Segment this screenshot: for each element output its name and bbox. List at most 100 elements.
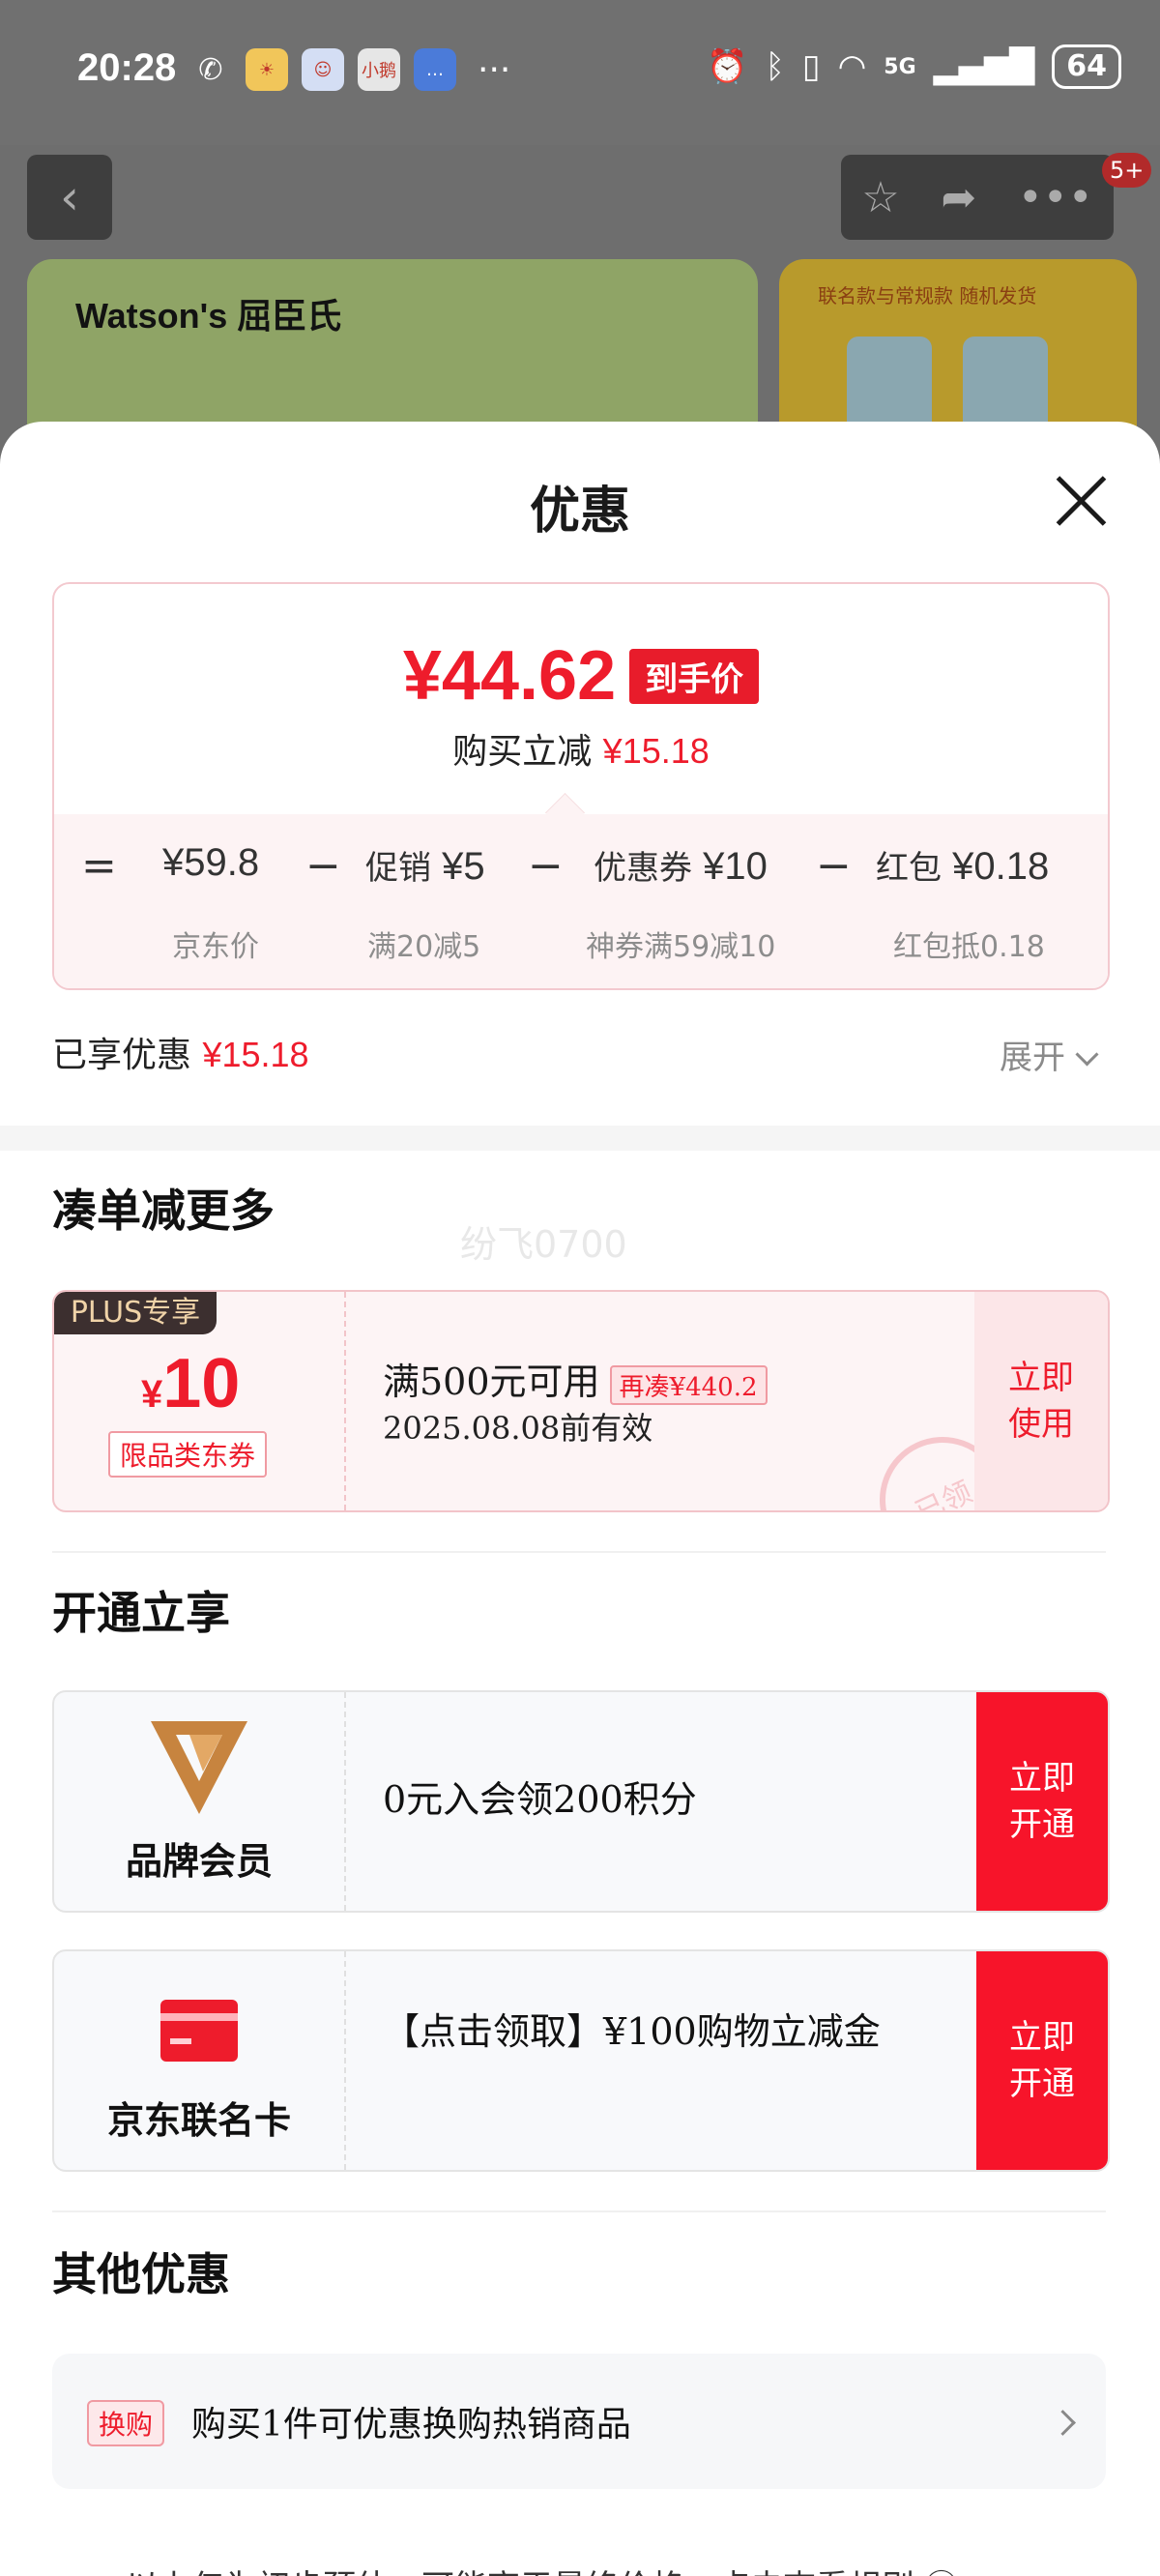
trade-in-text: 购买1件可优惠换购热销商品 <box>191 2405 631 2444</box>
trade-in-tag: 换购 <box>87 2400 165 2446</box>
status-bar: 20:28 ✆ ☀ ☺ 小鹅 … ··· ⏰ ᛒ ▯ ◠ 5G ▂▄▆█ 64 <box>0 0 1160 145</box>
status-right: ⏰ ᛒ ▯ ◠ 5G ▂▄▆█ 64 <box>707 44 1121 89</box>
credit-card-icon <box>160 2000 238 2062</box>
enjoyed-discount: 已享优惠 ¥15.18 <box>52 1027 309 1077</box>
coupon-amount: ¥10 <box>141 1344 240 1423</box>
coupon-condition-text: 满500元可用 <box>383 1361 600 1403</box>
section-title-other: 其他优惠 <box>52 2248 230 2300</box>
coupon-value: 10 <box>162 1345 241 1422</box>
final-price-row: ¥44.62 到手价 <box>54 636 1108 716</box>
enjoyed-value: ¥15.18 <box>202 1035 309 1074</box>
alarm-icon: ⏰ <box>707 47 748 86</box>
bluetooth-icon: ᛒ <box>765 47 785 86</box>
calc-item-redpacket: 红包 ¥0.18 <box>876 841 1049 889</box>
open-button-label: 立即开通 <box>1009 2018 1075 2103</box>
calc-label: 优惠券 <box>594 849 692 888</box>
status-app-icons: ✆ ☀ ☺ 小鹅 … ··· <box>189 48 510 91</box>
calc-value: ¥10 <box>703 845 768 888</box>
open-button-label: 立即开通 <box>1009 1759 1075 1844</box>
calc-row: = ¥59.8 − 促销 ¥5 − 优惠券 ¥10 − 红包 ¥0.18 <box>54 841 1108 899</box>
favorite-star-icon[interactable]: ☆ <box>861 173 899 222</box>
brand-member-card[interactable]: 品牌会员 0元入会领200积分 立即开通 <box>52 1690 1110 1913</box>
calc-subtext: 京东价 <box>172 930 259 964</box>
brand-member-text: 0元入会领200积分 <box>383 1778 697 1821</box>
close-icon[interactable] <box>1054 474 1108 528</box>
divider <box>52 1551 1106 1553</box>
jd-cobrand-card[interactable]: 京东联名卡 【点击领取】¥100购物立减金 立即开通 <box>52 1949 1110 2172</box>
price-rule-footnote[interactable]: 以上仅为初步预估，可能高于最终价格，点击查看规则 ⓘ <box>126 2561 958 2576</box>
card-divider <box>344 1692 346 1911</box>
currency-symbol: ¥ <box>141 1373 163 1416</box>
plus-coupon-card[interactable]: PLUS专享 ¥10 限品类东券 满500元可用 再凑¥440.2 2025.08… <box>52 1290 1110 1512</box>
divider <box>52 2210 1106 2212</box>
coupon-gap-tag: 再凑¥440.2 <box>609 1365 768 1405</box>
share-icon[interactable]: ➦ <box>941 173 976 222</box>
calc-subtext: 红包抵0.18 <box>893 930 1045 964</box>
final-price-tag: 到手价 <box>629 648 760 704</box>
vibrate-icon: ▯ <box>801 47 821 86</box>
coupon-condition: 满500元可用 再凑¥440.2 <box>383 1352 768 1405</box>
open-brand-member-button[interactable]: 立即开通 <box>976 1692 1108 1911</box>
card-divider <box>344 1951 346 2170</box>
more-icon[interactable]: ••• <box>1018 173 1093 222</box>
brand-logo: Watson's 屈臣氏 <box>75 296 342 336</box>
brand-member-name: 品牌会员 <box>125 1839 273 1883</box>
thumbnail-caption: 联名款与常规款 随机发货 <box>818 284 1037 307</box>
calc-operator: − <box>305 841 341 891</box>
missed-call-icon: ✆ <box>198 52 223 87</box>
calc-item-jd-price: ¥59.8 <box>162 841 259 885</box>
calc-label: 促销 <box>365 849 431 888</box>
chevron-left-icon: ‹ <box>60 169 79 225</box>
expand-label: 展开 <box>1000 1039 1065 1077</box>
top-actions: ☆ ➦ ••• <box>841 155 1114 240</box>
status-time: 20:28 <box>77 46 177 89</box>
discount-sheet: 优惠 ¥44.62 到手价 购买立减 ¥15.18 = ¥59.8 − 促销 ¥… <box>0 422 1160 2576</box>
enjoyed-label: 已享优惠 <box>52 1036 192 1075</box>
coupon-divider <box>344 1292 346 1510</box>
trade-in-offer-row[interactable]: 换购 购买1件可优惠换购热销商品 <box>52 2354 1106 2489</box>
section-divider <box>0 1126 1160 1151</box>
brand-member-v-icon <box>151 1721 247 1814</box>
expand-toggle[interactable]: 展开 <box>1000 1031 1099 1078</box>
network-label: 5G <box>884 54 916 79</box>
xiaoe-app-icon: 小鹅 <box>358 48 400 91</box>
watermark: 纷飞0700 <box>460 1223 627 1266</box>
use-coupon-label: 立即使用 <box>1008 1359 1074 1444</box>
calc-operator: − <box>816 841 852 891</box>
use-coupon-button[interactable]: 立即使用 <box>974 1292 1108 1510</box>
notification-badge: 5+ <box>1102 153 1152 188</box>
battery-icon: 64 <box>1052 44 1121 89</box>
more-notifications-icon: ··· <box>478 49 511 90</box>
coupon-type: 限品类东券 <box>108 1431 268 1478</box>
section-title-more: 凑单减更多 <box>52 1185 275 1237</box>
calc-value: ¥0.18 <box>952 845 1050 888</box>
open-jd-cobrand-button[interactable]: 立即开通 <box>976 1951 1108 2170</box>
saved-label: 购买立减 <box>452 732 593 772</box>
calc-label: 红包 <box>876 849 942 888</box>
wifi-icon: ◠ <box>837 47 867 86</box>
section-title-open: 开通立享 <box>52 1587 230 1639</box>
signal-icon: ▂▄▆█ <box>933 47 1035 86</box>
coupon-validity: 2025.08.08前有效 <box>383 1410 653 1447</box>
plus-exclusive-tag: PLUS专享 <box>54 1292 217 1334</box>
calc-value: ¥5 <box>442 845 485 888</box>
assistant-icon: ☺ <box>302 48 344 91</box>
price-breakdown-card: ¥44.62 到手价 购买立减 ¥15.18 = ¥59.8 − 促销 ¥5 −… <box>52 582 1110 990</box>
calc-subtext: 满20减5 <box>367 930 481 964</box>
calc-subtext: 神券满59减10 <box>586 930 776 964</box>
calc-item-coupon: 优惠券 ¥10 <box>594 841 768 889</box>
messages-icon: … <box>414 48 456 91</box>
weather-icon: ☀ <box>246 48 288 91</box>
chevron-right-icon <box>1050 2410 1076 2436</box>
calc-item-promotion: 促销 ¥5 <box>365 841 485 889</box>
saved-value: ¥15.18 <box>602 731 710 771</box>
back-button[interactable]: ‹ <box>27 155 112 240</box>
calc-operator: = <box>81 841 117 891</box>
saved-row: 购买立减 ¥15.18 <box>54 723 1108 774</box>
jd-cobrand-text: 【点击领取】¥100购物立减金 <box>383 2010 881 2053</box>
jd-cobrand-name: 京东联名卡 <box>106 2098 291 2142</box>
chevron-down-icon <box>1075 1042 1099 1067</box>
sheet-title: 优惠 <box>529 482 630 541</box>
calc-operator: − <box>528 841 564 891</box>
final-price: ¥44.62 <box>402 637 617 715</box>
